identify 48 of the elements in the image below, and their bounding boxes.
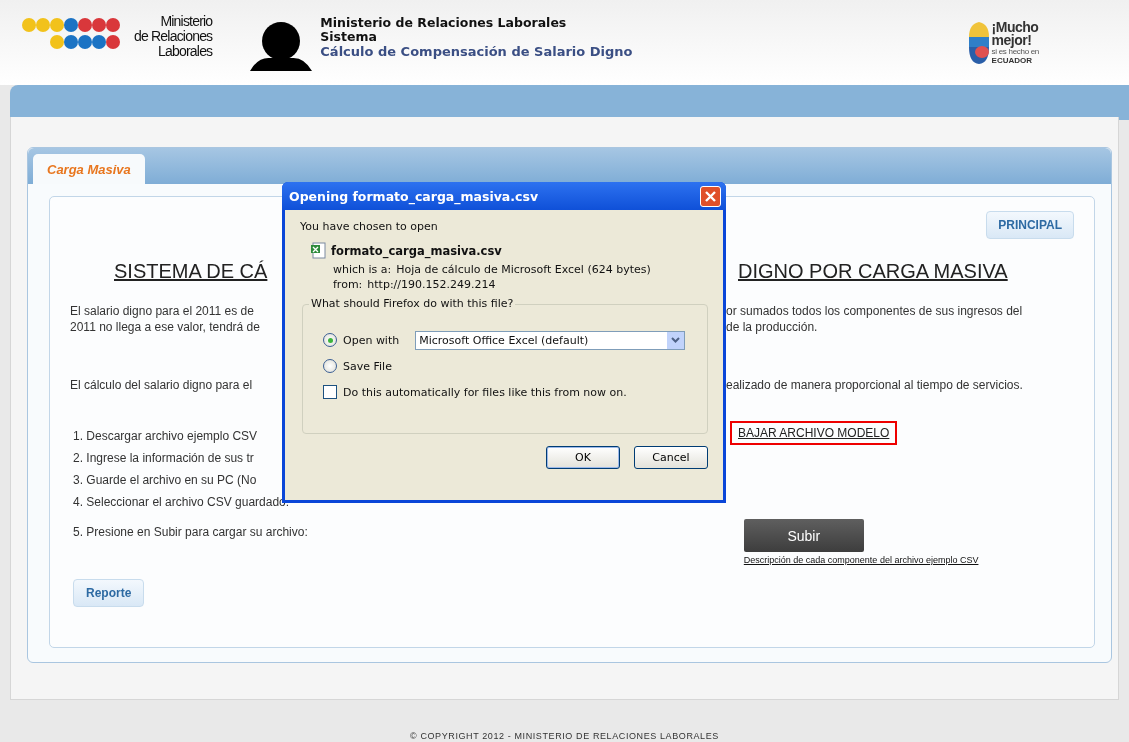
report-button[interactable]: Reporte xyxy=(73,579,145,607)
application-dropdown[interactable]: Microsoft Office Excel (default) xyxy=(415,330,686,350)
from-label: from: xyxy=(333,277,363,292)
header-subtitle: Sistema xyxy=(320,29,378,44)
checkbox[interactable] xyxy=(323,385,337,399)
step-text: 2. Ingrese la información de sus tr xyxy=(73,451,254,465)
paragraph: ealizado de manera proporcional al tiempo de servicios. xyxy=(726,377,1023,393)
type-label: which is a: xyxy=(333,262,392,277)
from-value: http://190.152.249.214 xyxy=(367,277,496,292)
logo-text: Ministerio xyxy=(160,14,213,29)
dialog-title: Opening formato_carga_masiva.csv xyxy=(289,188,539,204)
file-name: formato_carga_masiva.csv xyxy=(331,243,502,258)
logo-text: de Relaciones xyxy=(134,29,213,44)
radio-label[interactable]: Save File xyxy=(343,359,392,373)
close-icon xyxy=(704,189,717,203)
upload-button[interactable]: Subir xyxy=(743,519,864,552)
paragraph: El cálculo del salario digno para el xyxy=(70,377,254,393)
step-text: 4. Seleccionar el archivo CSV guardado: xyxy=(73,495,290,509)
paragraph: El salario digno para el 2011 es de 2011 no llega a ese valor, tendrá de xyxy=(70,303,261,335)
fingerprint-logo-icon xyxy=(967,20,990,65)
download-link[interactable]: BAJAR ARCHIVO MODELO xyxy=(730,421,898,445)
intro-text: You have chosen to open xyxy=(300,220,438,233)
type-value: Hoja de cálculo de Microsoft Excel (624 bytes) xyxy=(396,262,651,277)
page-heading: SISTEMA DE CÁ xyxy=(113,260,269,283)
description-link[interactable]: Descripción de cada componente del archivo ejemplo CSV xyxy=(743,555,979,565)
cancel-button[interactable]: Cancel xyxy=(634,446,708,469)
radio-button[interactable] xyxy=(323,333,337,347)
ok-button[interactable]: OK xyxy=(546,446,620,469)
radio-label[interactable]: Open with xyxy=(343,333,400,347)
logo-text: Laborales xyxy=(158,44,213,59)
page-heading: DIGNO POR CARGA MASIVA xyxy=(738,260,1008,283)
close-button[interactable] xyxy=(700,185,721,207)
step-text: 3. Guarde el archivo en su PC (No xyxy=(73,473,257,487)
radio-button[interactable] xyxy=(323,359,337,373)
group-label: What should Firefox do with this file? xyxy=(309,297,516,310)
spreadsheet-file-icon xyxy=(310,242,327,259)
step-text: 5. Presione en Subir para cargar su archivo: xyxy=(73,525,308,539)
brand-text: ECUADOR xyxy=(991,55,1034,65)
step-text: 1. Descargar archivo ejemplo CSV xyxy=(73,429,259,443)
paragraph: or sumados todos los componentes de sus ingresos del de la producción. xyxy=(726,303,1023,335)
checkbox-label[interactable]: Do this automatically for files like this from now on. xyxy=(343,385,627,399)
system-name: Cálculo de Compensación de Salario Digno xyxy=(320,43,633,60)
copyright-text: © COPYRIGHT 2012 - MINISTERIO DE RELACIONES LABORALES xyxy=(410,731,719,741)
header-title: Ministerio de Relaciones Laborales xyxy=(320,15,568,30)
principal-button[interactable]: PRINCIPAL xyxy=(986,211,1074,239)
brand-text: mejor! xyxy=(991,33,1032,47)
brand-text: ¡Mucho xyxy=(991,20,1039,34)
user-silhouette-icon xyxy=(248,20,315,71)
